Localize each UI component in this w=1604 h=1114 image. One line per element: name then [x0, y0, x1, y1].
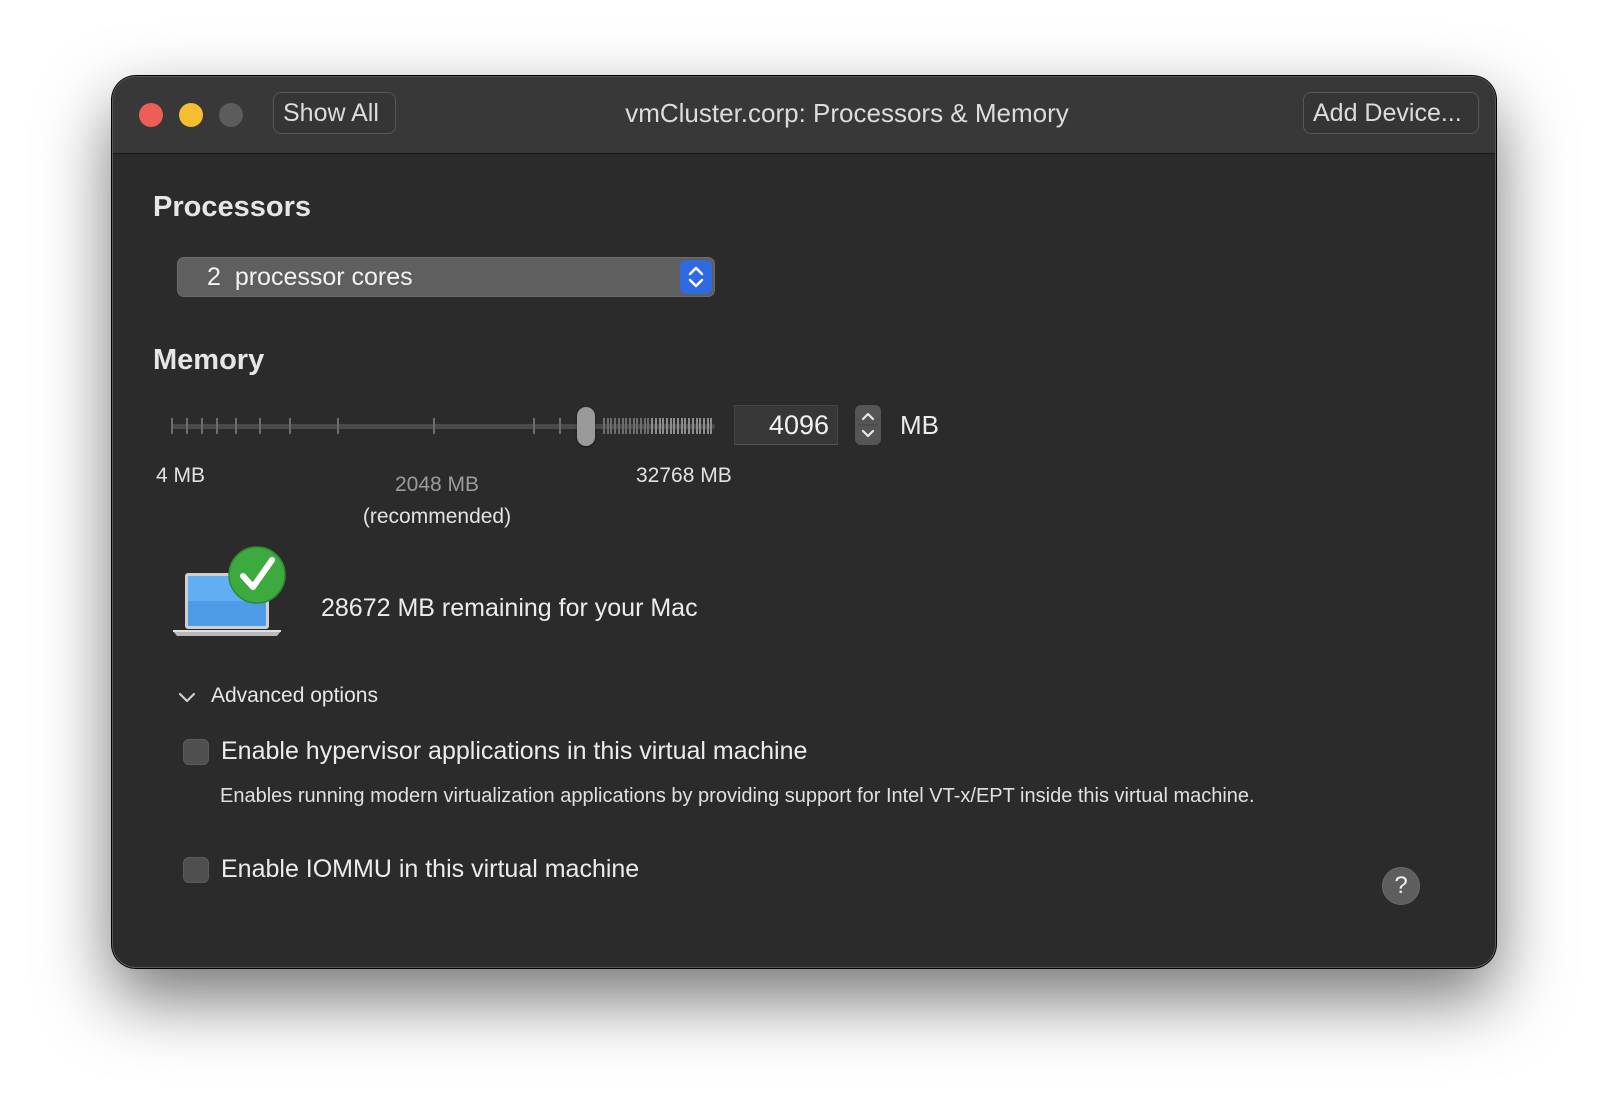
slider-tick: [695, 418, 698, 434]
memory-slider-thumb[interactable]: [577, 407, 595, 446]
slider-tick: [606, 418, 609, 434]
slider-max-label: 32768 MB: [636, 464, 732, 487]
slider-tick: [617, 418, 620, 434]
slider-tick: [186, 418, 188, 434]
processor-count-select[interactable]: 2 processor cores: [177, 257, 715, 297]
slider-tick: [665, 418, 668, 434]
remaining-memory-text: 28672 MB remaining for your Mac: [321, 594, 698, 622]
slider-tick: [632, 418, 635, 434]
slider-tick: [235, 418, 237, 434]
slider-tick: [702, 418, 705, 434]
slider-tick: [610, 418, 613, 434]
slider-tick: [636, 418, 639, 434]
title-bar: Show All vmCluster.corp: Processors & Me…: [113, 77, 1495, 154]
slider-tick: [673, 418, 676, 434]
slider-tick: [658, 418, 661, 434]
slider-tick: [216, 418, 218, 434]
slider-tick: [691, 418, 694, 434]
select-arrows-icon: [680, 260, 712, 294]
recommended-note: (recommended): [362, 505, 512, 528]
hypervisor-label[interactable]: Enable hypervisor applications in this v…: [221, 737, 807, 766]
processor-count-value: 2 processor cores: [207, 263, 413, 292]
slider-tick: [621, 418, 624, 434]
processor-count-unit: processor cores: [234, 263, 413, 291]
slider-tick: [684, 418, 687, 434]
slider-tick: [259, 418, 261, 434]
add-device-button[interactable]: Add Device...: [1303, 92, 1479, 134]
iommu-label[interactable]: Enable IOMMU in this virtual machine: [221, 855, 639, 884]
advanced-options-toggle[interactable]: Advanced options: [211, 684, 378, 708]
slider-tick: [706, 418, 709, 434]
slider-min-label: 4 MB: [156, 464, 206, 487]
slider-tick: [669, 418, 672, 434]
slider-tick: [662, 418, 665, 434]
memory-slider[interactable]: [171, 407, 715, 447]
show-all-button[interactable]: Show All: [273, 92, 396, 134]
laptop-icon: [173, 543, 289, 639]
slider-tick: [559, 418, 561, 434]
zoom-icon[interactable]: [219, 103, 243, 127]
slider-tick: [533, 418, 535, 434]
preferences-window: Show All vmCluster.corp: Processors & Me…: [112, 76, 1496, 968]
slider-tick: [337, 418, 339, 434]
slider-tick: [625, 418, 628, 434]
slider-tick: [688, 418, 691, 434]
hypervisor-checkbox[interactable]: [183, 739, 209, 765]
slider-tick: [603, 418, 605, 434]
processors-heading: Processors: [153, 191, 311, 223]
slider-tick: [433, 418, 435, 434]
slider-tick: [628, 418, 631, 434]
slider-tick: [640, 418, 642, 434]
slider-tick: [699, 418, 702, 434]
slider-tick: [614, 418, 617, 434]
stepper-arrows-icon: [858, 412, 878, 438]
hypervisor-description: Enables running modern virtualization ap…: [220, 785, 1255, 807]
slider-tick: [651, 418, 654, 434]
recommended-value: 2048 MB: [394, 473, 480, 496]
slider-tick: [289, 418, 291, 434]
processor-count-number: 2: [207, 263, 221, 291]
minimize-icon[interactable]: [179, 103, 203, 127]
window-title: vmCluster.corp: Processors & Memory: [625, 98, 1069, 128]
slider-tick: [201, 418, 203, 434]
slider-tick: [643, 418, 646, 434]
memory-heading: Memory: [153, 344, 265, 376]
memory-stepper[interactable]: [855, 405, 881, 445]
iommu-checkbox[interactable]: [183, 857, 209, 883]
slider-tick: [677, 418, 679, 434]
memory-unit-label: MB: [900, 410, 939, 440]
slider-tick: [647, 418, 650, 434]
checkmark-icon: [228, 546, 286, 604]
close-icon[interactable]: [139, 103, 163, 127]
slider-tick: [680, 418, 683, 434]
memory-value-field[interactable]: 4096: [734, 405, 838, 445]
slider-recommended-label: 2048 MB (recommended): [342, 473, 532, 529]
slider-tick: [654, 418, 657, 434]
help-icon[interactable]: ?: [1382, 867, 1420, 905]
chevron-down-icon[interactable]: [177, 685, 197, 711]
slider-tick: [710, 418, 713, 434]
slider-tick: [171, 418, 173, 434]
